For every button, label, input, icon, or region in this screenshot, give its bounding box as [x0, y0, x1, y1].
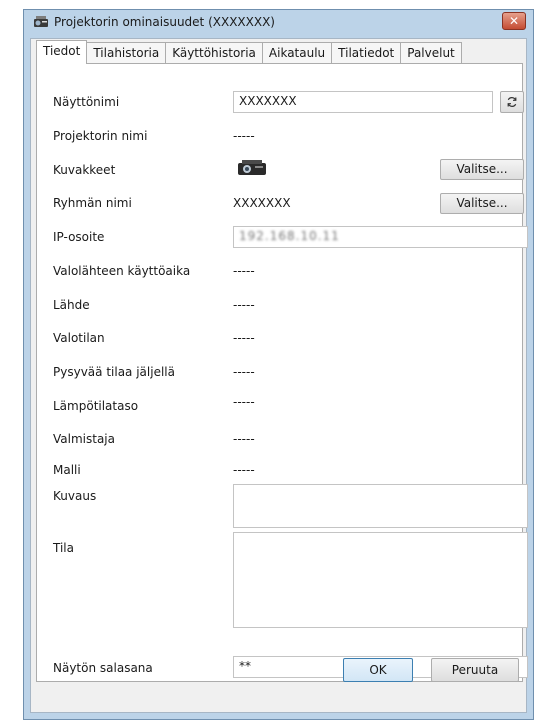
tab-strip: Tiedot Tilahistoria Käyttöhistoria Aikat…	[36, 40, 462, 64]
close-button[interactable]: ✕	[502, 12, 526, 30]
icons-label: Kuvakkeet	[53, 163, 116, 177]
window-title: Projektorin ominaisuudet (XXXXXXX)	[54, 15, 275, 29]
refresh-icon	[506, 97, 518, 111]
ip-address-value: 192.168.10.11	[239, 229, 340, 243]
description-input[interactable]	[233, 484, 528, 528]
display-password-label: Näytön salasana	[53, 661, 153, 675]
projector-name-value: -----	[233, 129, 255, 143]
model-label: Malli	[53, 463, 81, 477]
choose-group-button[interactable]: Valitse...	[440, 193, 524, 214]
model-value: -----	[233, 463, 255, 477]
tab-kayttohistoria[interactable]: Käyttöhistoria	[165, 42, 263, 63]
standby-remaining-label: Pysyvää tilaa jäljellä	[53, 365, 175, 379]
description-label: Kuvaus	[53, 489, 97, 503]
display-name-value: XXXXXXX	[239, 94, 297, 108]
group-name-value: XXXXXXX	[233, 196, 291, 210]
light-mode-value: -----	[233, 331, 255, 345]
group-name-label: Ryhmän nimi	[53, 196, 132, 210]
cancel-button[interactable]: Peruuta	[431, 658, 519, 682]
dialog-content: Tiedot Tilahistoria Käyttöhistoria Aikat…	[30, 38, 528, 713]
light-source-time-value: -----	[233, 264, 255, 278]
choose-icon-button[interactable]: Valitse...	[440, 159, 524, 180]
projector-name-label: Projektorin nimi	[53, 129, 148, 143]
status-label: Tila	[53, 541, 74, 555]
ip-address-label: IP-osoite	[53, 230, 105, 244]
status-textarea[interactable]	[233, 532, 528, 628]
info-panel: Näyttönimi XXXXXXX Projektorin nimi ----…	[36, 63, 528, 682]
projector-properties-window: Projektorin ominaisuudet (XXXXXXX) ✕ Tie…	[23, 9, 534, 720]
tab-aikataulu[interactable]: Aikataulu	[261, 42, 333, 63]
tab-palvelut[interactable]: Palvelut	[400, 42, 462, 63]
source-label: Lähde	[53, 298, 90, 312]
temperature-label: Lämpötilataso	[53, 399, 139, 413]
tab-tilatiedot[interactable]: Tilatiedot	[331, 42, 402, 63]
title-bar: Projektorin ominaisuudet (XXXXXXX) ✕	[24, 10, 533, 38]
refresh-button[interactable]	[500, 91, 524, 113]
manufacturer-label: Valmistaja	[53, 432, 115, 446]
display-name-input[interactable]: XXXXXXX	[233, 91, 493, 113]
source-value: -----	[233, 298, 255, 312]
projector-icon	[237, 159, 267, 180]
tab-tilahistoria[interactable]: Tilahistoria	[86, 42, 167, 63]
manufacturer-value: -----	[233, 432, 255, 446]
close-icon: ✕	[508, 14, 520, 28]
light-mode-label: Valotilan	[53, 331, 105, 345]
projector-properties-icon	[33, 15, 49, 29]
tab-tiedot[interactable]: Tiedot	[36, 40, 88, 64]
display-name-label: Näyttönimi	[53, 95, 120, 109]
ok-button[interactable]: OK	[343, 658, 413, 682]
ip-address-field: 192.168.10.11	[233, 226, 528, 248]
light-source-time-label: Valolähteen käyttöaika	[53, 264, 191, 278]
display-password-value: **	[239, 659, 251, 673]
temperature-value: -----	[233, 395, 255, 409]
standby-remaining-value: -----	[233, 365, 255, 379]
